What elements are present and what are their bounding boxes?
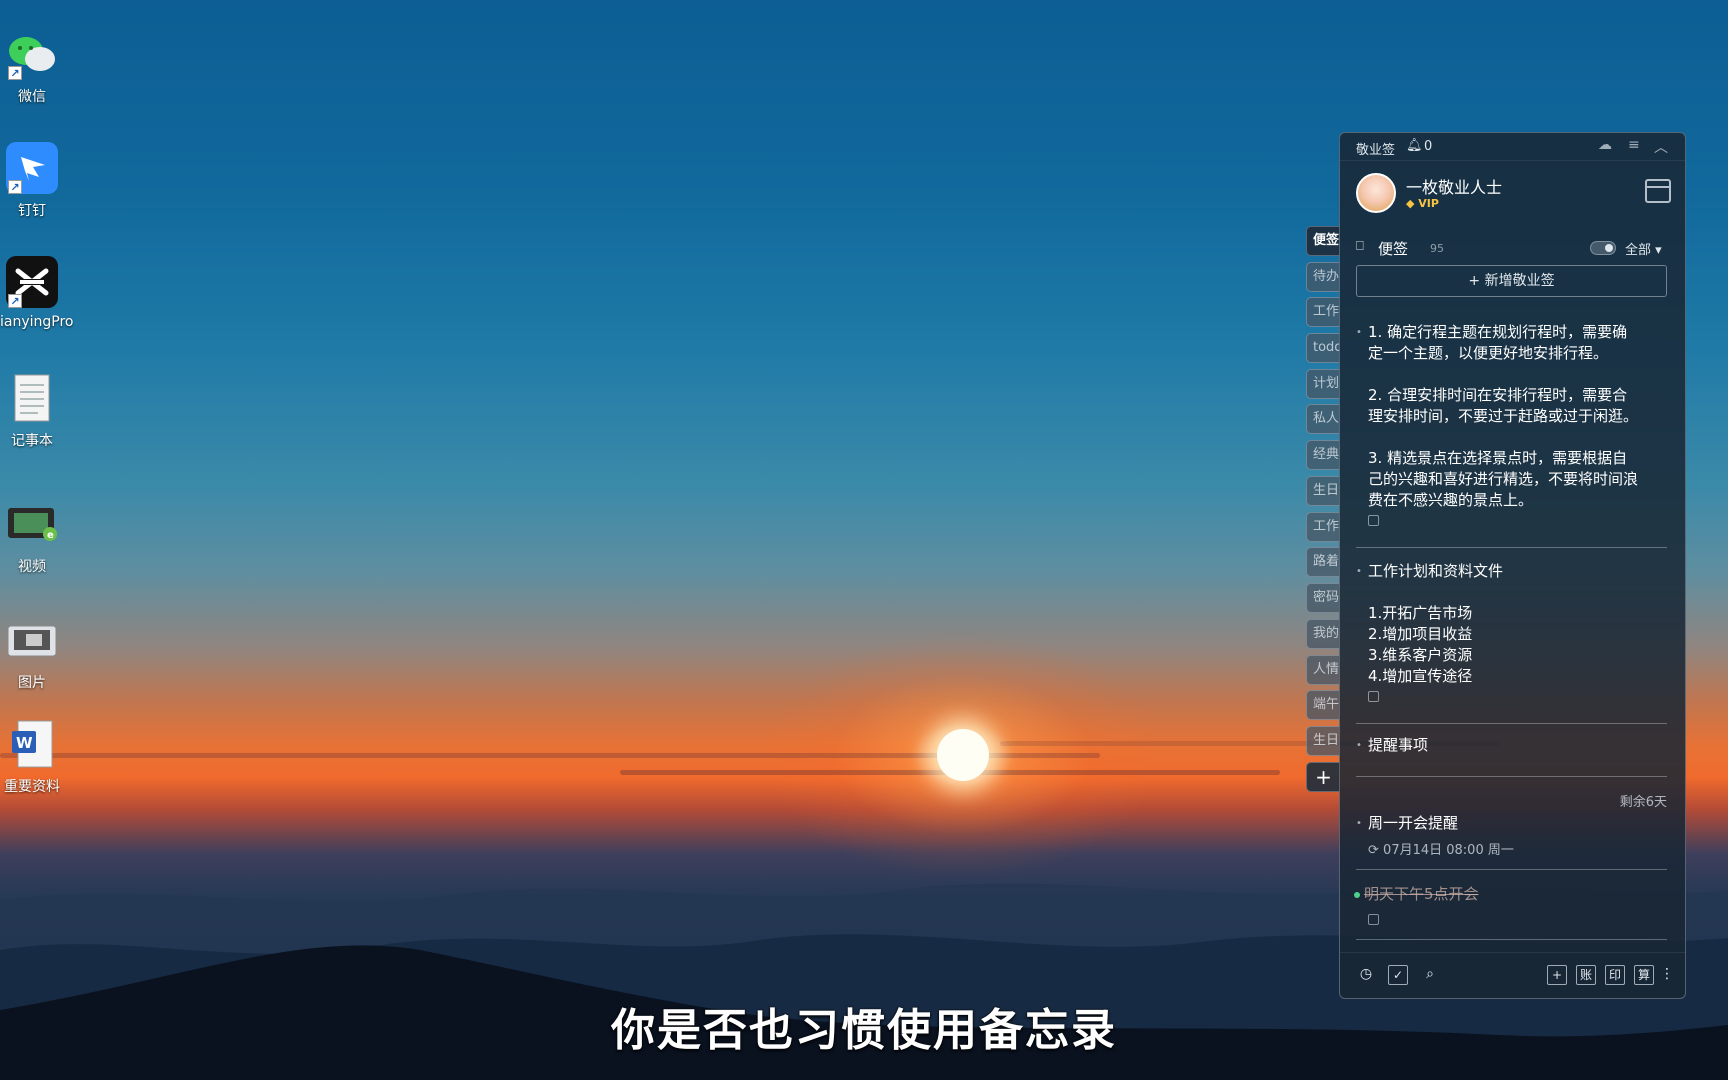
section-count: 95 — [1430, 242, 1444, 255]
side-tab[interactable]: 生日 — [1306, 726, 1340, 756]
repeat-icon: ⟳ — [1368, 843, 1379, 858]
note-item[interactable]: • 1. 确定行程主题在规划行程时，需要确 定一个主题，以便更好地安排行程。 2… — [1356, 322, 1667, 532]
search-icon[interactable]: ⌕ — [1420, 965, 1440, 985]
display-toggle[interactable] — [1590, 241, 1616, 255]
reminder-title: 周一开会提醒 — [1368, 814, 1459, 832]
calendar-icon[interactable] — [1645, 179, 1671, 203]
desktop-icon-wechat[interactable]: ↗ 微信 — [0, 28, 64, 106]
side-tab[interactable]: 端午 — [1306, 690, 1340, 720]
bell-icon[interactable]: 🔔︎ — [1406, 138, 1423, 153]
add-note-button[interactable]: + — [1547, 965, 1567, 985]
add-category-button[interactable]: + — [1306, 762, 1340, 792]
desktop-icon-dingtalk[interactable]: ↗ 钉钉 — [0, 142, 64, 220]
side-tab[interactable]: 计划 — [1306, 369, 1340, 399]
side-tab[interactable]: 经典 — [1306, 440, 1340, 470]
app-title: 敬业签 — [1356, 143, 1396, 158]
shortcut-arrow-icon: ↗ — [8, 294, 22, 308]
side-tab[interactable]: 人情 — [1306, 655, 1340, 685]
side-tab[interactable]: 便签 — [1306, 226, 1340, 256]
side-tab[interactable]: 私人 — [1306, 404, 1340, 434]
panel-footer: ◷ ✓ ⌕ + 账 印 算 ⋮ — [1340, 952, 1685, 998]
desktop-icon-label: 微信 — [18, 89, 46, 105]
side-tab[interactable]: 待办 — [1306, 262, 1340, 292]
avatar[interactable] — [1356, 173, 1396, 213]
completed-task[interactable]: 明天下午5点开会 — [1354, 883, 1479, 904]
print-button[interactable]: 印 — [1605, 965, 1625, 985]
wechat-icon: ↗ — [6, 28, 58, 80]
side-tab[interactable]: 我的 — [1306, 619, 1340, 649]
vip-label: VIP — [1418, 197, 1439, 210]
desktop-icon-label: 钉钉 — [18, 203, 46, 219]
divider — [1356, 776, 1667, 777]
divider — [1356, 547, 1667, 548]
side-tab[interactable]: 工作 — [1306, 297, 1340, 327]
filter-dropdown[interactable]: 全部 ▾ — [1625, 239, 1662, 258]
desktop-icon-jianying[interactable]: ↗ ianyingPro — [0, 256, 74, 330]
video-subtitle: 你是否也习惯使用备忘录 — [611, 1005, 1117, 1056]
note-text: 工作计划和资料文件 1.开拓广告市场 2.增加项目收益 3.维系客户资源 4.增… — [1368, 562, 1504, 685]
side-tab[interactable]: todo — [1306, 333, 1340, 363]
bookmark-icon: ⎕ — [1356, 239, 1364, 254]
sticky-note-panel: 敬业签 🔔︎ 0 ☁ ≡ ︿ 一枚敬业人士 ◆ VIP ⎕ 便签 95 全部 ▾… — [1339, 132, 1686, 999]
side-tab[interactable]: 生日 — [1306, 476, 1340, 506]
jianying-icon: ↗ — [6, 256, 58, 308]
sun — [937, 729, 989, 781]
side-tab[interactable]: 工作 — [1306, 512, 1340, 542]
svg-text:W: W — [16, 734, 33, 752]
desktop-icon-notepad[interactable]: 记事本 — [0, 372, 64, 450]
section-row: ⎕ 便签 95 全部 ▾ — [1356, 237, 1671, 259]
notification-count: 0 — [1424, 139, 1433, 154]
reminder-datetime: ⟳ 07月14日 08:00 周一 — [1368, 839, 1514, 858]
side-tab[interactable]: 密码 — [1306, 583, 1340, 613]
desktop-icon-video[interactable]: e 视频 — [0, 498, 64, 576]
lock-icon — [1368, 515, 1379, 526]
calculator-button[interactable]: 算 — [1634, 965, 1654, 985]
note-text: 1. 确定行程主题在规划行程时，需要确 定一个主题，以便更好地安排行程。 2. … — [1368, 323, 1639, 509]
desktop-icon-label: 图片 — [18, 675, 46, 691]
more-icon[interactable]: ⋮ — [1660, 965, 1674, 985]
checkbox-icon[interactable]: ✓ — [1388, 965, 1408, 985]
status-dot — [1354, 891, 1360, 898]
filter-label: 全部 — [1625, 243, 1652, 258]
divider — [1356, 869, 1667, 870]
lock-icon — [1368, 914, 1379, 925]
picture-folder-icon — [6, 614, 58, 666]
divider — [1356, 723, 1667, 724]
reminder-item[interactable]: • 周一开会提醒 — [1356, 813, 1667, 834]
desktop-icon-label: ianyingPro — [0, 314, 74, 330]
menu-icon[interactable]: ≡ — [1628, 137, 1640, 153]
notepad-icon — [6, 372, 58, 424]
desktop-icon-label: 记事本 — [11, 433, 53, 449]
user-name: 一枚敬业人士 — [1406, 178, 1503, 197]
side-tab[interactable]: 路着 — [1306, 547, 1340, 577]
note-text: 提醒事项 — [1368, 736, 1429, 754]
desktop-icon-pictures[interactable]: 图片 — [0, 614, 64, 692]
collapse-icon[interactable]: ︿ — [1654, 137, 1668, 157]
desktop-icon-label: 视频 — [18, 559, 46, 575]
desktop-icon-word-doc[interactable]: W 重要资料 — [0, 718, 64, 796]
remaining-days: 剩余6天 — [1619, 795, 1667, 810]
desktop-icon-label: 重要资料 — [4, 779, 60, 795]
vip-badge: ◆ VIP — [1406, 197, 1439, 210]
cloud-streak — [0, 753, 1100, 758]
shortcut-arrow-icon: ↗ — [8, 66, 22, 80]
completed-task-text: 明天下午5点开会 — [1364, 885, 1479, 903]
word-document-icon: W — [6, 718, 58, 770]
lock-icon — [1368, 691, 1379, 702]
divider — [1356, 939, 1667, 940]
shortcut-arrow-icon: ↗ — [8, 180, 22, 194]
section-label: 便签 — [1378, 240, 1409, 258]
reminder-datetime-text: 07月14日 08:00 周一 — [1383, 843, 1514, 858]
ledger-button[interactable]: 账 — [1576, 965, 1596, 985]
new-note-button[interactable]: + 新增敬业签 — [1356, 265, 1667, 297]
video-folder-icon: e — [6, 498, 58, 550]
svg-text:e: e — [47, 530, 54, 541]
clock-icon[interactable]: ◷ — [1356, 965, 1376, 985]
dingtalk-icon: ↗ — [6, 142, 58, 194]
cloud-sync-icon[interactable]: ☁ — [1598, 137, 1612, 153]
note-item[interactable]: • 提醒事项 — [1356, 735, 1667, 756]
panel-header: 敬业签 🔔︎ 0 ☁ ≡ ︿ — [1340, 133, 1685, 161]
note-item[interactable]: • 工作计划和资料文件 1.开拓广告市场 2.增加项目收益 3.维系客户资源 4… — [1356, 561, 1667, 708]
